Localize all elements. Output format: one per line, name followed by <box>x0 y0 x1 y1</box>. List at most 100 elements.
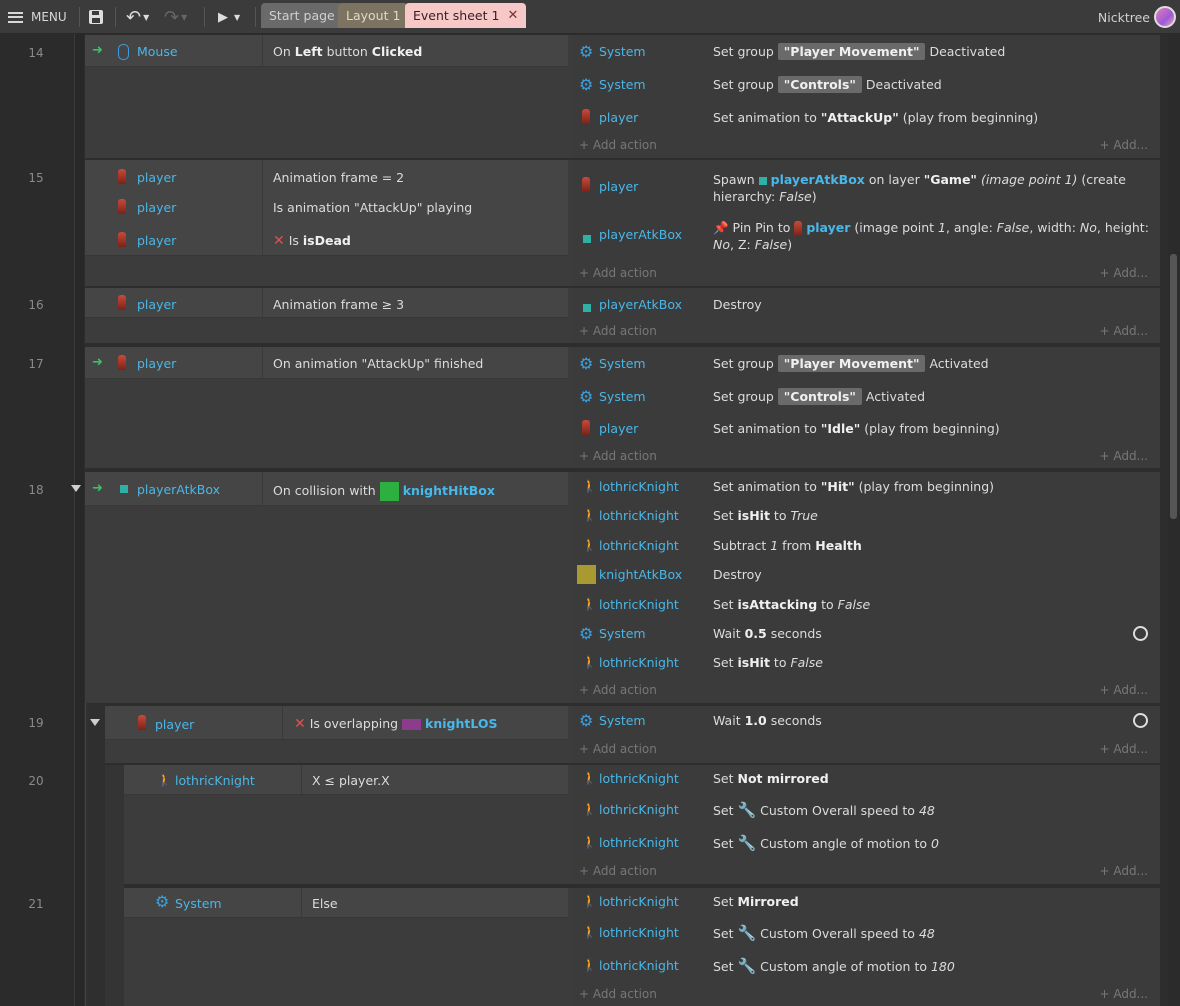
object-name[interactable]: lothricKnight <box>175 773 255 788</box>
action-text[interactable]: Set 🔧 Custom Overall speed to 48 <box>713 801 935 819</box>
event-21[interactable]: ⚙ System Else 🚶 lothricKnight Set Mirrored… <box>124 888 1160 1006</box>
condition-text[interactable]: Animation frame ≥ 3 <box>273 297 404 312</box>
action-row[interactable]: 🚶 lothricKnight Set isHit to True <box>572 506 1160 528</box>
action-row[interactable]: 🚶 lothricKnight Set isAttacking to False <box>572 595 1160 617</box>
object-name[interactable]: player <box>137 170 176 185</box>
redo-button[interactable]: ↷ ▼ <box>164 0 187 34</box>
condition-row[interactable]: ➜ Mouse On Left button Clicked <box>85 35 568 67</box>
action-text[interactable]: Set isAttacking to False <box>713 597 870 612</box>
action-text[interactable]: Spawn playerAtkBox on layer "Game" (imag… <box>713 171 1153 205</box>
event-18[interactable]: ➜ playerAtkBox On collision with knightH… <box>85 472 1160 703</box>
action-text[interactable]: Wait 1.0 seconds <box>713 713 822 728</box>
action-row[interactable]: player Spawn playerAtkBox on layer "Game"… <box>572 170 1160 210</box>
condition-row[interactable]: ➜ playerAtkBox On collision with knightH… <box>85 472 568 506</box>
action-row[interactable]: 🚶 lothricKnight Set 🔧 Custom angle of moti… <box>572 833 1160 855</box>
object-name[interactable]: player <box>155 717 194 732</box>
object-name[interactable]: System <box>599 713 646 728</box>
action-text[interactable]: Set animation to "Hit" (play from beginn… <box>713 479 994 494</box>
object-name[interactable]: player <box>599 179 638 194</box>
action-row[interactable]: player Set animation to "AttackUp" (play … <box>572 108 1160 130</box>
action-text[interactable]: Set animation to "Idle" (play from begin… <box>713 421 1000 436</box>
action-row[interactable]: playerAtkBox 📌 Pin Pin to player (image p… <box>572 218 1160 258</box>
event-20[interactable]: 🚶 lothricKnight X ≤ player.X 🚶 lothricKni… <box>124 765 1160 884</box>
object-name[interactable]: lothricKnight <box>599 925 679 940</box>
chevron-down-icon[interactable]: ▼ <box>234 13 240 22</box>
action-text[interactable]: Set Not mirrored <box>713 771 829 786</box>
condition-text[interactable]: On Left button Clicked <box>273 44 422 59</box>
object-name[interactable]: System <box>175 896 222 911</box>
add-more-button[interactable]: + Add... <box>1099 683 1148 697</box>
action-row[interactable]: ⚙ System Wait 1.0 seconds <box>572 711 1160 733</box>
action-row[interactable]: ⚙ System Set group "Controls" Deactivated <box>572 75 1160 97</box>
event-16[interactable]: player Animation frame ≥ 3 playerAtkBox D… <box>85 288 1160 343</box>
action-row[interactable]: player Set animation to "Idle" (play from… <box>572 419 1160 441</box>
object-name[interactable]: lothricKnight <box>599 508 679 523</box>
object-name[interactable]: player <box>599 421 638 436</box>
preview-button[interactable]: ▶ ▼ <box>218 0 240 34</box>
object-name[interactable]: lothricKnight <box>599 802 679 817</box>
add-action-button[interactable]: + Add action <box>579 864 657 878</box>
tab-event-sheet-1[interactable]: Event sheet 1 ✕ <box>405 3 527 28</box>
action-row[interactable]: ⚙ System Set group "Player Movement" Deact… <box>572 42 1160 64</box>
action-row[interactable]: ⚙ System Wait 0.5 seconds <box>572 624 1160 646</box>
add-action-button[interactable]: + Add action <box>579 324 657 338</box>
close-icon[interactable]: ✕ <box>507 8 518 23</box>
action-row[interactable]: 🚶 lothricKnight Set isHit to False <box>572 653 1160 675</box>
user-account[interactable]: Nicktree <box>1098 0 1176 34</box>
condition-text[interactable]: ✕ Is isDead <box>273 233 351 249</box>
object-name[interactable]: player <box>137 233 176 248</box>
object-name[interactable]: lothricKnight <box>599 655 679 670</box>
action-text[interactable]: Set 🔧 Custom Overall speed to 48 <box>713 924 935 942</box>
object-name[interactable]: knightAtkBox <box>599 567 682 582</box>
action-text[interactable]: Wait 0.5 seconds <box>713 626 822 641</box>
object-name[interactable]: lothricKnight <box>599 479 679 494</box>
condition-text[interactable]: On animation "AttackUp" finished <box>273 356 483 371</box>
condition-text[interactable]: X ≤ player.X <box>312 773 390 788</box>
action-text[interactable]: Set 🔧 Custom angle of motion to 180 <box>713 957 955 975</box>
action-text[interactable]: Set group "Player Movement" Activated <box>713 355 989 372</box>
action-text[interactable]: Set isHit to False <box>713 655 823 670</box>
action-text[interactable]: Destroy <box>713 297 762 312</box>
condition-text[interactable]: ✕ Is overlapping knightLOS <box>294 716 498 732</box>
add-more-button[interactable]: + Add... <box>1099 266 1148 280</box>
vertical-scrollbar[interactable] <box>1168 34 1180 1006</box>
object-name[interactable]: System <box>599 77 646 92</box>
action-text[interactable]: Subtract 1 from Health <box>713 538 862 553</box>
undo-button[interactable]: ↶ ▼ <box>126 0 149 34</box>
tab-start-page[interactable]: Start page <box>261 3 343 28</box>
object-name[interactable]: System <box>599 44 646 59</box>
action-row[interactable]: 🚶 lothricKnight Set 🔧 Custom angle of moti… <box>572 956 1160 978</box>
object-name[interactable]: System <box>599 389 646 404</box>
object-name[interactable]: System <box>599 356 646 371</box>
action-text[interactable]: Set 🔧 Custom angle of motion to 0 <box>713 834 939 852</box>
object-name[interactable]: lothricKnight <box>599 771 679 786</box>
add-more-button[interactable]: + Add... <box>1099 864 1148 878</box>
action-row[interactable]: 🚶 lothricKnight Subtract 1 from Health <box>572 536 1160 558</box>
condition-row[interactable]: ⚙ System Else <box>124 888 568 918</box>
action-row[interactable]: 🚶 lothricKnight Set 🔧 Custom Overall speed… <box>572 800 1160 822</box>
condition-row[interactable]: 🚶 lothricKnight X ≤ player.X <box>124 765 568 795</box>
action-text[interactable]: Set isHit to True <box>713 508 818 523</box>
action-row[interactable]: 🚶 lothricKnight Set 🔧 Custom Overall speed… <box>572 923 1160 945</box>
action-row[interactable]: 🚶 lothricKnight Set animation to "Hit" (pl… <box>572 477 1160 499</box>
action-row[interactable]: playerAtkBox Destroy <box>572 295 1160 317</box>
condition-text[interactable]: Else <box>312 896 338 911</box>
add-action-button[interactable]: + Add action <box>579 138 657 152</box>
add-action-button[interactable]: + Add action <box>579 742 657 756</box>
object-name[interactable]: player <box>137 297 176 312</box>
add-more-button[interactable]: + Add... <box>1099 324 1148 338</box>
action-row[interactable]: knightAtkBox Destroy <box>572 565 1160 587</box>
add-more-button[interactable]: + Add... <box>1099 449 1148 463</box>
object-name[interactable]: lothricKnight <box>599 597 679 612</box>
action-text[interactable]: Destroy <box>713 567 762 582</box>
condition-row[interactable]: ➜ player On animation "AttackUp" finishe… <box>85 347 568 379</box>
condition-row[interactable]: player ✕ Is overlapping knightLOS <box>105 706 568 740</box>
action-row[interactable]: ⚙ System Set group "Player Movement" Activ… <box>572 354 1160 376</box>
action-text[interactable]: Set Mirrored <box>713 894 799 909</box>
event-19[interactable]: player ✕ Is overlapping knightLOS ⚙ Syste… <box>105 706 1160 763</box>
collapse-toggle-icon[interactable] <box>90 719 100 726</box>
scrollbar-thumb[interactable] <box>1170 254 1177 519</box>
menu-button[interactable]: MENU <box>8 0 67 34</box>
add-action-button[interactable]: + Add action <box>579 266 657 280</box>
action-row[interactable]: ⚙ System Set group "Controls" Activated <box>572 387 1160 409</box>
